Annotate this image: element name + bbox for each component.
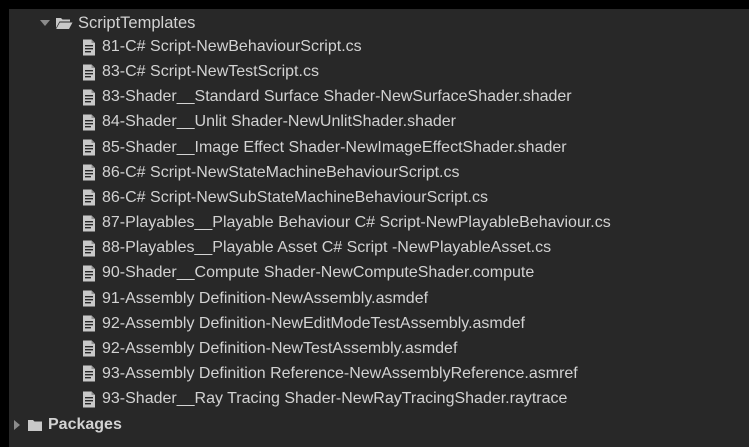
folder-open-icon (55, 16, 73, 30)
file-label: 90-Shader__Compute Shader-NewComputeShad… (102, 264, 535, 282)
file-label: 81-C# Script-NewBehaviourScript.cs (102, 38, 362, 55)
text-document-icon (81, 38, 97, 56)
file-label: 86-C# Script-NewSubStateMachineBehaviour… (102, 188, 488, 206)
text-document-icon (81, 139, 97, 157)
file-label: 83-C# Script-NewTestScript.cs (102, 63, 319, 81)
file-item[interactable]: 83-Shader__Standard Surface Shader-NewSu… (9, 85, 749, 109)
file-item[interactable]: 93-Assembly Definition Reference-NewAsse… (9, 362, 749, 386)
expand-arrow-down-icon[interactable] (39, 17, 51, 29)
text-document-icon (81, 113, 97, 131)
project-tree-panel: ScriptTemplates Packages 81-C# Script-Ne… (9, 9, 749, 447)
file-item[interactable]: 93-Shader__Ray Tracing Shader-NewRayTrac… (9, 387, 749, 411)
file-item[interactable]: 90-Shader__Compute Shader-NewComputeShad… (9, 261, 749, 285)
file-label: 85-Shader__Image Effect Shader-NewImageE… (102, 138, 567, 156)
file-label: 86-C# Script-NewStateMachineBehaviourScr… (102, 163, 460, 181)
text-document-icon (81, 390, 97, 408)
expand-arrow-right-icon[interactable] (11, 419, 23, 431)
file-item[interactable]: 91-Assembly Definition-NewAssembly.asmde… (9, 287, 749, 311)
file-label: 93-Assembly Definition Reference-NewAsse… (102, 364, 578, 382)
file-label: 92-Assembly Definition-NewEditModeTestAs… (102, 314, 525, 332)
text-document-icon (81, 239, 97, 257)
file-item[interactable]: 86-C# Script-NewStateMachineBehaviourScr… (9, 161, 749, 185)
text-document-icon (81, 340, 97, 358)
folder-label: ScriptTemplates (78, 14, 196, 32)
text-document-icon (81, 264, 97, 282)
file-item[interactable]: 81-C# Script-NewBehaviourScript.cs (9, 35, 749, 59)
file-label: 84-Shader__Unlit Shader-NewUnlitShader.s… (102, 113, 456, 131)
text-document-icon (81, 189, 97, 207)
file-item[interactable]: 92-Assembly Definition-NewEditModeTestAs… (9, 312, 749, 336)
file-item[interactable]: 85-Shader__Image Effect Shader-NewImageE… (9, 136, 749, 160)
tree-folder-scripttemplates[interactable]: ScriptTemplates (9, 11, 749, 35)
file-label: 87-Playables__Playable Behaviour C# Scri… (102, 214, 611, 231)
text-document-icon (81, 315, 97, 333)
file-label: 91-Assembly Definition-NewAssembly.asmde… (102, 289, 429, 307)
file-item[interactable]: 92-Assembly Definition-NewTestAssembly.a… (9, 337, 749, 361)
text-document-icon (81, 290, 97, 308)
folder-closed-icon (27, 419, 43, 432)
folder-label: Packages (48, 416, 122, 433)
text-document-icon (81, 214, 97, 232)
tree-folder-packages[interactable]: Packages (9, 413, 749, 437)
text-document-icon (81, 88, 97, 106)
file-label: 92-Assembly Definition-NewTestAssembly.a… (102, 339, 458, 357)
text-document-icon (81, 365, 97, 383)
file-label: 83-Shader__Standard Surface Shader-NewSu… (102, 88, 572, 106)
file-label: 93-Shader__Ray Tracing Shader-NewRayTrac… (102, 390, 568, 408)
file-label: 88-Playables__Playable Asset C# Script -… (102, 239, 552, 257)
file-item[interactable]: 88-Playables__Playable Asset C# Script -… (9, 236, 749, 260)
file-item[interactable]: 87-Playables__Playable Behaviour C# Scri… (9, 211, 749, 235)
file-item[interactable]: 83-C# Script-NewTestScript.cs (9, 60, 749, 84)
file-item[interactable]: 86-C# Script-NewSubStateMachineBehaviour… (9, 186, 749, 210)
text-document-icon (81, 164, 97, 182)
file-item[interactable]: 84-Shader__Unlit Shader-NewUnlitShader.s… (9, 110, 749, 134)
text-document-icon (81, 63, 97, 81)
